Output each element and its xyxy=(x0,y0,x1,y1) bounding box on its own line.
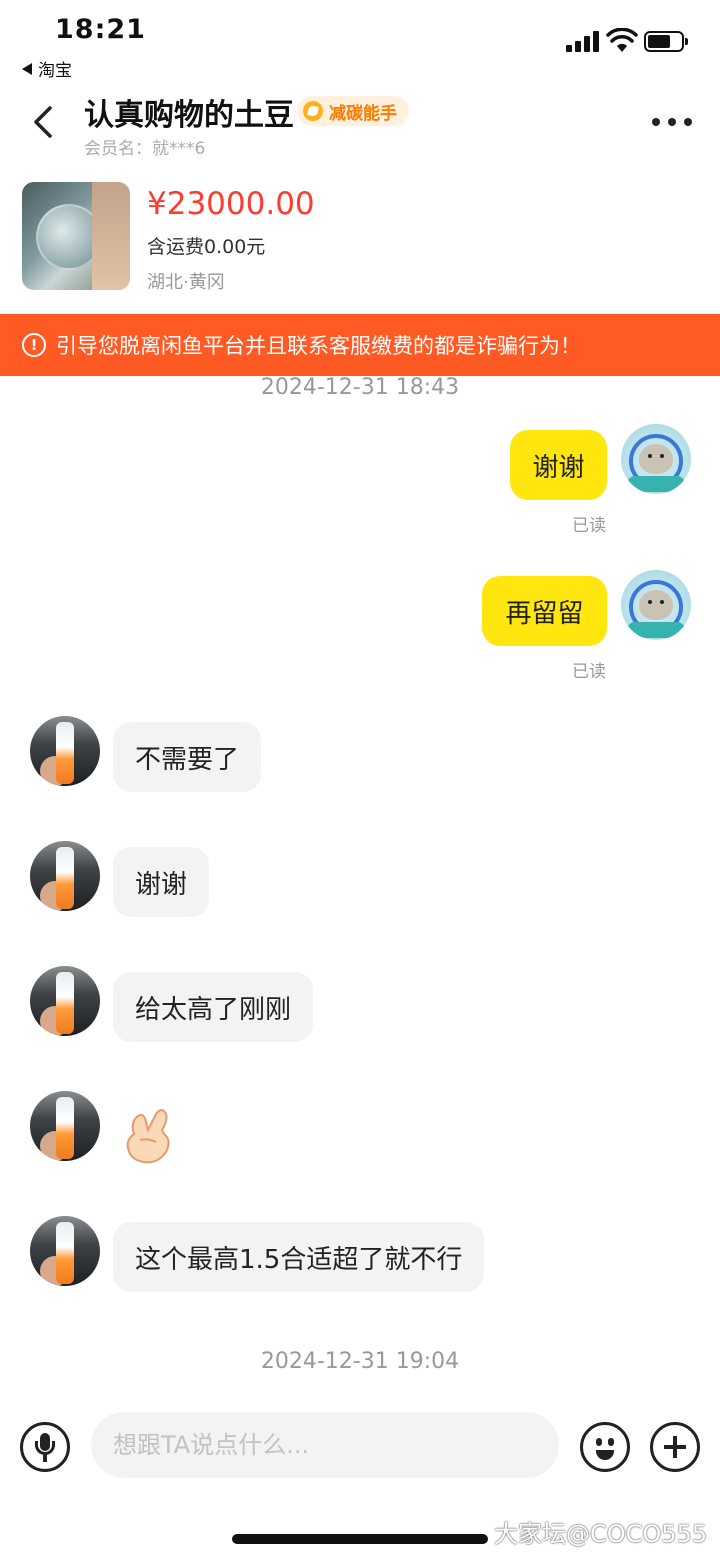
product-location: 湖北·黄冈 xyxy=(147,272,225,293)
more-actions-button[interactable] xyxy=(650,1422,700,1472)
message-bubble-incoming[interactable]: 给太高了刚刚 xyxy=(113,972,314,1042)
product-thumbnail[interactable] xyxy=(22,182,130,290)
battery-icon xyxy=(644,31,688,52)
message-bubble-outgoing[interactable]: 再留留 xyxy=(482,576,607,646)
my-avatar[interactable] xyxy=(621,570,691,640)
back-to-app-link[interactable]: 淘宝 xyxy=(22,56,72,81)
read-status: 已读 xyxy=(572,516,606,536)
back-arrow-icon[interactable] xyxy=(26,102,60,142)
finger-heart-emoji-icon[interactable] xyxy=(122,1104,174,1164)
message-input-bar xyxy=(0,1400,720,1500)
product-card[interactable]: ¥23000.00 含运费0.00元 湖北·黄冈 xyxy=(0,170,720,314)
my-avatar[interactable] xyxy=(621,424,691,494)
home-indicator[interactable] xyxy=(232,1534,488,1544)
contact-avatar[interactable] xyxy=(30,1091,100,1161)
cellular-signal-icon xyxy=(566,30,599,52)
wifi-icon xyxy=(606,28,638,52)
clock: 18:21 xyxy=(55,14,146,45)
voice-input-button[interactable] xyxy=(20,1422,70,1472)
contact-name: 认真购物的土豆 xyxy=(84,98,294,133)
contact-avatar[interactable] xyxy=(30,716,100,786)
emoji-button[interactable] xyxy=(580,1422,630,1472)
chat-timestamp: 2024-12-31 19:04 xyxy=(260,1349,460,1374)
fraud-warning-banner: ! 引导您脱离闲鱼平台并且联系客服缴费的都是诈骗行为！ xyxy=(0,314,720,376)
message-bubble-incoming[interactable]: 不需要了 xyxy=(113,722,262,792)
status-bar: 18:21 淘宝 xyxy=(0,0,720,90)
smiley-icon xyxy=(596,1438,602,1446)
contact-avatar[interactable] xyxy=(30,841,100,911)
contact-avatar[interactable] xyxy=(30,966,100,1036)
read-status: 已读 xyxy=(572,662,606,682)
product-price: ¥23000.00 xyxy=(147,186,315,222)
message-bubble-incoming[interactable]: 这个最高1.5合适超了就不行 xyxy=(113,1222,485,1292)
carbon-badge: 减碳能手 xyxy=(297,96,409,126)
message-input[interactable] xyxy=(91,1412,559,1478)
member-id: 会员名：就***6 xyxy=(84,139,206,159)
back-app-label: 淘宝 xyxy=(38,61,72,81)
shipping-info: 含运费0.00元 xyxy=(147,236,266,258)
alert-icon: ! xyxy=(22,333,46,357)
leaf-icon xyxy=(303,101,323,121)
warning-text: 引导您脱离闲鱼平台并且联系客服缴费的都是诈骗行为！ xyxy=(56,334,581,358)
watermark: 大家坛@COCO555 xyxy=(494,1520,708,1548)
message-bubble-incoming[interactable]: 谢谢 xyxy=(113,847,210,917)
more-options-icon[interactable] xyxy=(652,112,692,132)
chat-timestamp: 2024-12-31 18:43 xyxy=(260,375,460,400)
chat-header: 认真购物的土豆 减碳能手 会员名：就***6 xyxy=(0,90,720,170)
contact-avatar[interactable] xyxy=(30,1216,100,1286)
badge-label: 减碳能手 xyxy=(329,103,397,124)
back-triangle-icon xyxy=(22,62,32,75)
message-bubble-outgoing[interactable]: 谢谢 xyxy=(510,430,607,500)
